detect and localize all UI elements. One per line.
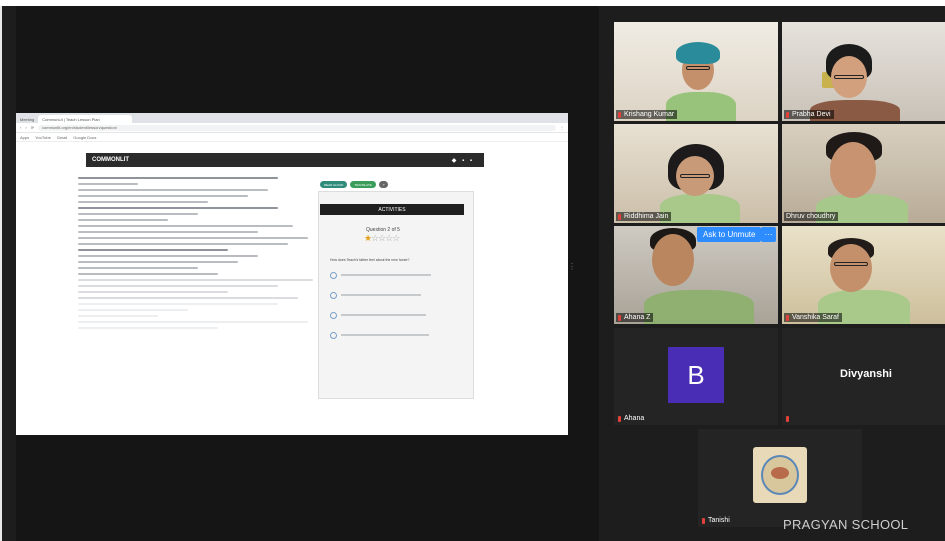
back-icon[interactable]: ‹ bbox=[20, 125, 21, 130]
muted-mic-icon bbox=[618, 213, 621, 220]
activity-buttons: READ ALOUD TRANSLATE ? bbox=[320, 181, 389, 188]
bookmark-item[interactable]: Apps bbox=[20, 135, 29, 140]
header-icons[interactable]: ◆ ▪ ▪ bbox=[452, 157, 474, 164]
name-label: Ahana Z bbox=[624, 314, 651, 321]
participant-name: Dhruv choudhry bbox=[784, 212, 839, 221]
participant-tile[interactable]: Tanishi bbox=[698, 429, 862, 527]
participant-tile[interactable]: Prabha Devi bbox=[782, 22, 945, 121]
watermark: PRAGYAN SCHOOL bbox=[783, 517, 909, 532]
browser-tab-active[interactable]: CommonLit | Teach Lesson Plan bbox=[38, 115, 133, 123]
name-label: Ahana bbox=[624, 415, 645, 422]
radio-icon bbox=[330, 271, 337, 279]
help-button[interactable]: ? bbox=[378, 181, 389, 188]
bookmarks-bar: Apps YouTube Gmail Google Docs bbox=[16, 133, 568, 142]
name-label: Prabha Devi bbox=[792, 111, 831, 118]
ask-to-unmute-button[interactable]: Ask to Unmute bbox=[697, 227, 762, 242]
muted-mic-icon bbox=[618, 314, 621, 321]
name-label: Riddhima Jain bbox=[624, 213, 669, 220]
activities-title: ACTIVITIES bbox=[320, 204, 464, 215]
more-icon: ··· bbox=[764, 230, 773, 239]
commonlit-logo[interactable]: COMMONLIT bbox=[92, 157, 129, 163]
button-label: ? bbox=[382, 182, 385, 187]
participant-name: Vanshika Saraf bbox=[784, 313, 842, 322]
commonlit-header: COMMONLIT ◆ ▪ ▪ bbox=[86, 153, 484, 167]
participant-tile[interactable]: Krishang Kumar bbox=[614, 22, 778, 121]
shared-browser-window: Meeting CommonLit | Teach Lesson Plan ‹ … bbox=[16, 113, 568, 435]
reading-passage bbox=[78, 177, 318, 333]
radio-icon bbox=[330, 291, 337, 299]
muted-mic-icon bbox=[618, 111, 621, 118]
radio-icon bbox=[330, 311, 337, 319]
name-label: Dhruv choudhry bbox=[786, 213, 836, 220]
muted-mic-icon bbox=[618, 415, 621, 422]
reload-icon[interactable]: ⟳ bbox=[31, 125, 34, 130]
participant-name: Ahana Z bbox=[616, 313, 654, 322]
name-label: Vanshika Saraf bbox=[792, 314, 839, 321]
browser-tab-label: Meeting bbox=[20, 116, 35, 122]
muted-mic-icon bbox=[786, 416, 789, 422]
participant-name: Riddhima Jain bbox=[616, 212, 672, 221]
answer-option[interactable] bbox=[330, 311, 460, 319]
answer-option[interactable] bbox=[330, 291, 460, 299]
bookmark-item[interactable]: YouTube bbox=[35, 135, 51, 140]
left-frame-edge bbox=[0, 6, 2, 541]
participant-display-name: Divyanshi bbox=[840, 368, 892, 380]
name-label: Krishang Kumar bbox=[624, 111, 675, 118]
button-label: Ask to Unmute bbox=[703, 230, 756, 239]
more-options-button[interactable]: ··· bbox=[761, 227, 776, 242]
read-aloud-button[interactable]: READ ALOUD bbox=[320, 181, 348, 188]
muted-mic-icon bbox=[786, 314, 789, 321]
participant-name: Tanishi bbox=[700, 516, 733, 525]
participant-tile[interactable]: Vanshika Saraf bbox=[782, 226, 945, 324]
address-bar-row: ‹ › ⟳ commonlit.org/en/student/lesson/qu… bbox=[16, 123, 568, 133]
url-field[interactable]: commonlit.org/en/student/lesson/question… bbox=[38, 124, 556, 131]
participant-name: Ahana bbox=[616, 414, 647, 423]
menu-icon[interactable]: ⋮ bbox=[560, 125, 564, 130]
activities-label: ACTIVITIES bbox=[378, 206, 406, 213]
button-label: READ ALOUD bbox=[324, 182, 344, 187]
participant-tile-active-speaker[interactable]: Dhruv choudhry bbox=[782, 124, 945, 223]
muted-mic-icon bbox=[786, 111, 789, 118]
avatar: B bbox=[668, 347, 724, 403]
participant-name bbox=[784, 415, 795, 423]
answer-option[interactable] bbox=[330, 271, 460, 279]
rating-stars: ★☆☆☆☆ bbox=[364, 233, 400, 243]
muted-mic-icon bbox=[702, 517, 705, 524]
participant-name: Prabha Devi bbox=[784, 110, 834, 119]
button-label: TRANSLATE bbox=[354, 182, 372, 187]
participant-tile[interactable]: Riddhima Jain bbox=[614, 124, 778, 223]
bookmark-item[interactable]: Gmail bbox=[57, 135, 67, 140]
radio-icon bbox=[330, 331, 337, 339]
browser-tab-label: CommonLit | Teach Lesson Plan bbox=[42, 116, 100, 122]
name-label: Tanishi bbox=[708, 517, 730, 524]
avatar-letter: B bbox=[687, 359, 705, 390]
browser-tabbar: Meeting CommonLit | Teach Lesson Plan bbox=[16, 113, 568, 123]
participant-name: Krishang Kumar bbox=[616, 110, 678, 119]
divider-handle-icon[interactable]: ⋮ bbox=[568, 262, 576, 302]
forward-icon[interactable]: › bbox=[25, 125, 26, 130]
translate-button[interactable]: TRANSLATE bbox=[350, 181, 376, 188]
url-text: commonlit.org/en/student/lesson/question… bbox=[42, 125, 117, 130]
profile-picture bbox=[753, 447, 807, 503]
question-text: How does Teach's father feel about the n… bbox=[330, 258, 410, 262]
bookmark-item[interactable]: Google Docs bbox=[73, 135, 96, 140]
browser-tab[interactable]: Meeting bbox=[16, 115, 38, 123]
answer-option[interactable] bbox=[330, 331, 460, 339]
